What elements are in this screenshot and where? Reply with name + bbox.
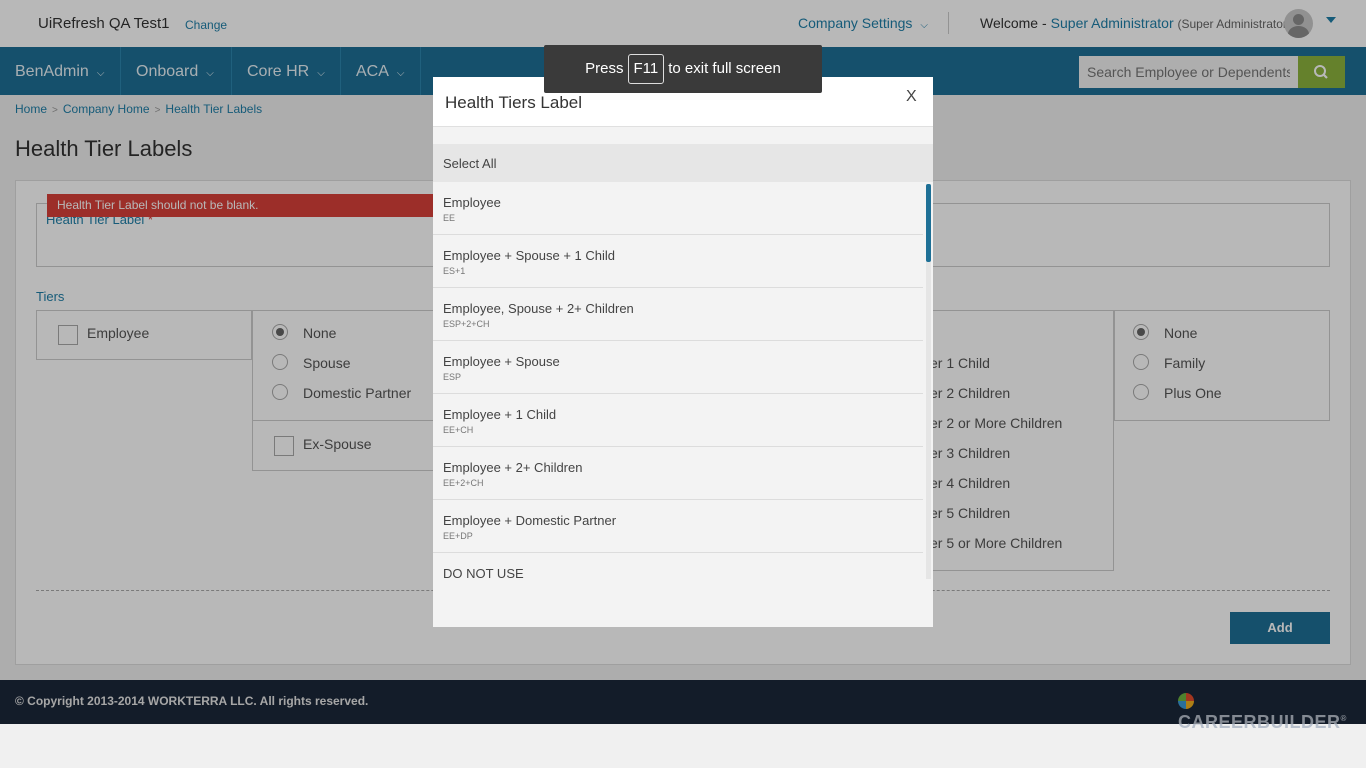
- list-item-code: EE: [443, 213, 456, 223]
- close-icon[interactable]: X: [906, 88, 917, 106]
- list-item-code: EE+CH: [443, 425, 474, 435]
- list-item[interactable]: Employee + 1 Child EE+CH: [433, 394, 923, 447]
- list-item-code: ESP: [443, 372, 462, 382]
- list-item-name: Employee + Domestic Partner: [443, 513, 617, 528]
- list-item-name: Employee + 1 Child: [443, 407, 557, 422]
- list-item[interactable]: Employee EE: [433, 182, 923, 235]
- health-tiers-label-modal: Health Tiers Label X Select All Employee…: [433, 77, 933, 627]
- tier-label-list: Employee EE Employee + Spouse + 1 Child ES…: [433, 182, 923, 622]
- select-all-option[interactable]: Select All: [433, 144, 933, 182]
- fullscreen-rest: to exit full screen: [668, 60, 781, 77]
- list-item[interactable]: DO NOT USE: [433, 553, 923, 606]
- modal-title: Health Tiers Label: [445, 93, 583, 112]
- fullscreen-press: Press: [585, 60, 624, 77]
- list-item-name: Employee, Spouse + 2+ Children: [443, 301, 634, 316]
- list-item-code: ESP+2+CH: [443, 319, 490, 329]
- list-item[interactable]: Employee + 2+ Children EE+2+CH: [433, 447, 923, 500]
- list-item[interactable]: Employee + Spouse ESP: [433, 341, 923, 394]
- list-item[interactable]: Employee, Spouse + 2+ Children ESP+2+CH: [433, 288, 923, 341]
- list-item-code: ES+1: [443, 266, 466, 276]
- list-item-name: Employee + Spouse: [443, 354, 560, 369]
- select-all-label: Select All: [443, 156, 497, 171]
- list-item-name: DO NOT USE: [443, 566, 524, 581]
- fullscreen-notice: Press F11 to exit full screen: [544, 45, 822, 93]
- list-item-name: Employee + 2+ Children: [443, 460, 583, 475]
- list-item-name: Employee: [443, 195, 501, 210]
- f11-key: F11: [627, 54, 665, 84]
- list-item[interactable]: Employee + Domestic Partner EE+DP: [433, 500, 923, 553]
- list-item-code: EE+2+CH: [443, 478, 484, 488]
- list-item-name: Employee + Spouse + 1 Child: [443, 248, 615, 263]
- list-item[interactable]: Employee + Spouse + 1 Child ES+1: [433, 235, 923, 288]
- scrollbar-thumb[interactable]: [926, 184, 931, 262]
- list-item-code: EE+DP: [443, 531, 473, 541]
